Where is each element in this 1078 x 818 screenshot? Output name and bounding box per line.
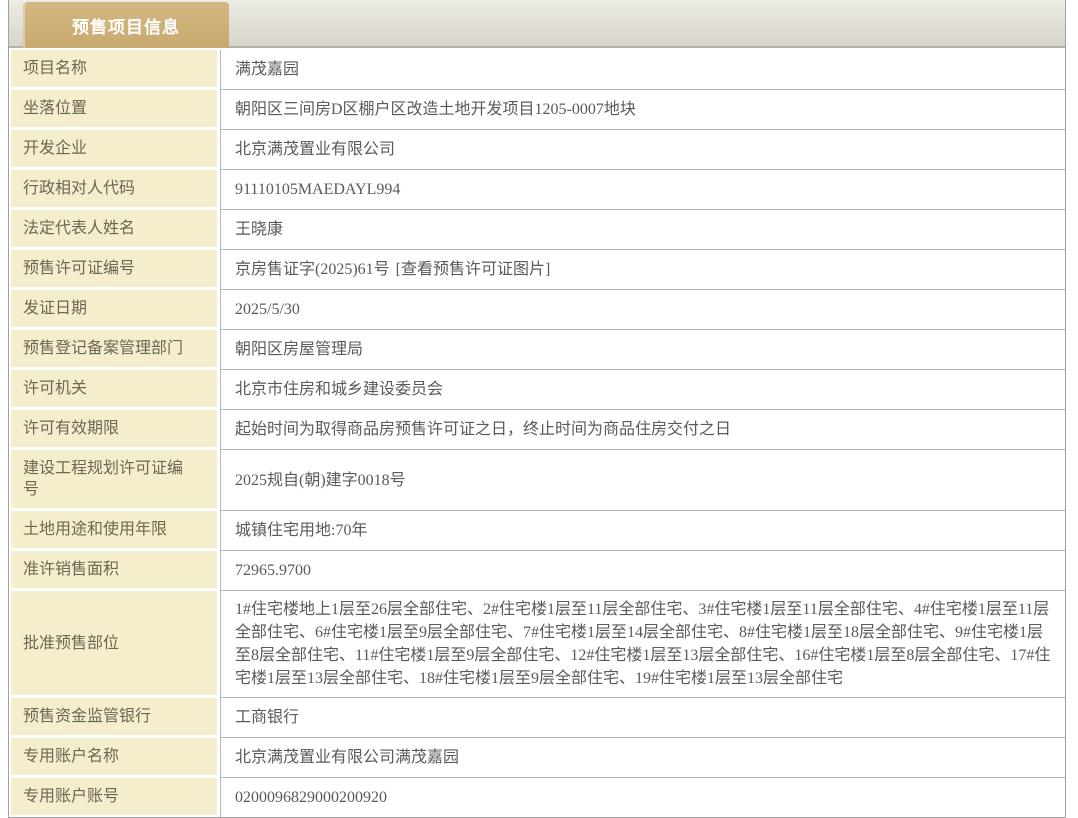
row-value-text: 1#住宅楼地上1层至26层全部住宅、2#住宅楼1层至11层全部住宅、3#住宅楼1… [235, 601, 1051, 687]
table-row: 许可机关 北京市住房和城乡建设委员会 [11, 370, 1065, 410]
table-row: 预售许可证编号 京房售证字(2025)61号 [查看预售许可证图片] [11, 250, 1065, 290]
row-label: 批准预售部位 [11, 591, 217, 698]
row-label: 预售许可证编号 [11, 250, 217, 290]
row-label-text: 预售登记备案管理部门 [23, 340, 184, 357]
row-value-text: 91110105MAEDAYL994 [235, 181, 401, 198]
row-value-text: 京房售证字(2025)61号 [235, 261, 390, 278]
header-bar: 预售项目信息 [9, 0, 1065, 48]
row-value: 起始时间为取得商品房预售许可证之日，终止时间为商品住房交付之日 [220, 410, 1065, 450]
row-value-text: 2025/5/30 [235, 301, 300, 318]
page-title: 预售项目信息 [72, 17, 180, 37]
row-value-text: 朝阳区房屋管理局 [235, 341, 364, 358]
row-value: 北京满茂置业有限公司 [220, 130, 1065, 170]
row-label-text: 土地用途和使用年限 [23, 521, 168, 538]
row-label: 法定代表人姓名 [11, 210, 217, 250]
row-value: 2025/5/30 [220, 290, 1065, 330]
table-row: 专用账户名称 北京满茂置业有限公司满茂嘉园 [11, 738, 1065, 778]
row-label: 专用账户名称 [11, 738, 217, 778]
table-row: 土地用途和使用年限 城镇住宅用地:70年 [11, 511, 1065, 551]
row-value: 91110105MAEDAYL994 [220, 170, 1065, 210]
row-label: 许可机关 [11, 370, 217, 410]
tab-presale-project-info[interactable]: 预售项目信息 [23, 2, 229, 48]
view-permit-image-link[interactable]: [查看预售许可证图片] [396, 258, 551, 281]
row-label: 许可有效期限 [11, 410, 217, 450]
row-label-text: 批准预售部位 [23, 634, 120, 652]
row-label: 土地用途和使用年限 [11, 511, 217, 551]
info-table: 项目名称 满茂嘉园 坐落位置 朝阳区三间房D区棚户区改造土地开发项目1205-0… [9, 48, 1065, 817]
row-label-text: 专用账户名称 [23, 748, 120, 765]
table-row: 许可有效期限 起始时间为取得商品房预售许可证之日，终止时间为商品住房交付之日 [11, 410, 1065, 450]
row-label: 坐落位置 [11, 90, 217, 130]
table-row: 坐落位置 朝阳区三间房D区棚户区改造土地开发项目1205-0007地块 [11, 90, 1065, 130]
row-label-text: 建设工程规划许可证编号 [23, 460, 184, 498]
row-label-text: 开发企业 [23, 140, 88, 157]
table-row: 行政相对人代码 91110105MAEDAYL994 [11, 170, 1065, 210]
row-value-text: 城镇住宅用地:70年 [235, 522, 368, 539]
table-row: 发证日期 2025/5/30 [11, 290, 1065, 330]
row-label-text: 预售资金监管银行 [23, 708, 152, 725]
row-label: 开发企业 [11, 130, 217, 170]
row-value: 满茂嘉园 [220, 50, 1065, 90]
row-value-text: 72965.9700 [235, 562, 311, 579]
row-value: 工商银行 [220, 698, 1065, 738]
row-label-text: 坐落位置 [23, 100, 88, 117]
row-value: 朝阳区房屋管理局 [220, 330, 1065, 370]
table-row: 批准预售部位 1#住宅楼地上1层至26层全部住宅、2#住宅楼1层至11层全部住宅… [11, 591, 1065, 698]
row-label: 发证日期 [11, 290, 217, 330]
row-value: 北京市住房和城乡建设委员会 [220, 370, 1065, 410]
row-label: 预售资金监管银行 [11, 698, 217, 738]
table-row: 预售登记备案管理部门 朝阳区房屋管理局 [11, 330, 1065, 370]
row-label: 准许销售面积 [11, 551, 217, 591]
table-row: 专用账户账号 0200096829000200920 [11, 778, 1065, 817]
row-value-text: 北京满茂置业有限公司 [235, 141, 396, 158]
row-label: 项目名称 [11, 50, 217, 90]
row-label-text: 准许销售面积 [23, 561, 120, 578]
row-value: 2025规自(朝)建字0018号 [220, 450, 1065, 511]
row-label: 预售登记备案管理部门 [11, 330, 217, 370]
row-label-text: 法定代表人姓名 [23, 220, 136, 237]
row-value-text: 起始时间为取得商品房预售许可证之日，终止时间为商品住房交付之日 [235, 421, 732, 438]
row-value-text: 朝阳区三间房D区棚户区改造土地开发项目1205-0007地块 [235, 101, 636, 118]
row-value: 1#住宅楼地上1层至26层全部住宅、2#住宅楼1层至11层全部住宅、3#住宅楼1… [220, 591, 1065, 698]
table-row: 项目名称 满茂嘉园 [11, 50, 1065, 90]
row-label-text: 许可机关 [23, 380, 88, 397]
row-value: 京房售证字(2025)61号 [查看预售许可证图片] [220, 250, 1065, 290]
row-value-text: 满茂嘉园 [235, 61, 300, 78]
row-value: 朝阳区三间房D区棚户区改造土地开发项目1205-0007地块 [220, 90, 1065, 130]
table-row: 准许销售面积 72965.9700 [11, 551, 1065, 591]
row-label-text: 行政相对人代码 [23, 180, 136, 197]
table-row: 开发企业 北京满茂置业有限公司 [11, 130, 1065, 170]
row-value-text: 0200096829000200920 [235, 789, 387, 806]
row-value: 王晓康 [220, 210, 1065, 250]
row-label: 行政相对人代码 [11, 170, 217, 210]
row-value: 城镇住宅用地:70年 [220, 511, 1065, 551]
table-row: 预售资金监管银行 工商银行 [11, 698, 1065, 738]
row-label-text: 发证日期 [23, 300, 88, 317]
row-value-text: 工商银行 [235, 709, 300, 726]
table-row: 法定代表人姓名 王晓康 [11, 210, 1065, 250]
row-value-text: 北京满茂置业有限公司满茂嘉园 [235, 749, 460, 766]
row-label-text: 预售许可证编号 [23, 260, 136, 277]
row-value: 72965.9700 [220, 551, 1065, 591]
row-label: 建设工程规划许可证编号 [11, 450, 217, 511]
row-label-text: 专用账户账号 [23, 788, 120, 805]
row-value: 0200096829000200920 [220, 778, 1065, 817]
presale-info-panel: 预售项目信息 项目名称 满茂嘉园 坐落位置 朝阳区三间房D区棚户区改造土地开发项… [8, 0, 1066, 818]
row-label-text: 项目名称 [23, 60, 88, 77]
row-value: 北京满茂置业有限公司满茂嘉园 [220, 738, 1065, 778]
row-label-text: 许可有效期限 [23, 420, 120, 437]
row-value-text: 2025规自(朝)建字0018号 [235, 471, 406, 489]
row-label: 专用账户账号 [11, 778, 217, 817]
row-value-text: 王晓康 [235, 221, 284, 238]
row-value-text: 北京市住房和城乡建设委员会 [235, 381, 444, 398]
table-row: 建设工程规划许可证编号 2025规自(朝)建字0018号 [11, 450, 1065, 511]
